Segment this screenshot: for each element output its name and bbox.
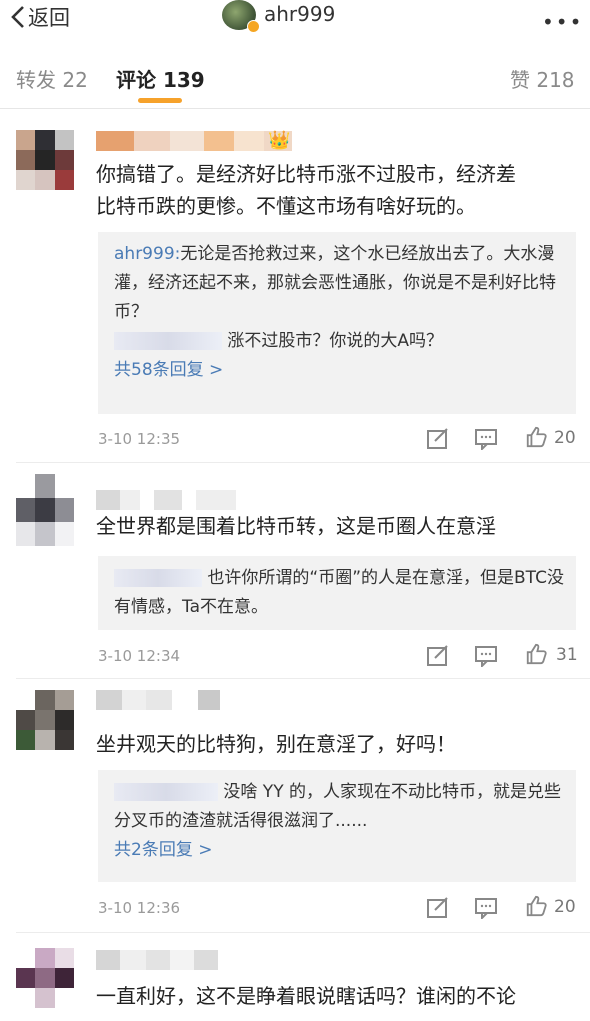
reply-item: 没啥 YY 的，人家现在不动比特币，就是兑些分叉币的渣渣就活得很滋润了.....…: [114, 782, 561, 831]
comment-text: 全世界都是围着比特币转，这是币圈人在意淫: [96, 514, 496, 538]
commenter-name-blurred[interactable]: [96, 690, 220, 710]
comment-icon[interactable]: [474, 897, 498, 919]
reply-name-blurred[interactable]: [114, 332, 222, 350]
commenter-name-blurred[interactable]: [96, 490, 236, 510]
like-icon[interactable]: [524, 643, 548, 665]
commenter-avatar[interactable]: [16, 948, 74, 1008]
divider: [16, 932, 590, 933]
comment-text: 一直利好，这不是睁着眼说瞎话吗？谁闲的不论: [96, 984, 516, 1008]
comment-icon[interactable]: [474, 645, 498, 667]
comment-icon[interactable]: [474, 428, 498, 450]
tab-comments[interactable]: 评论 139: [116, 64, 205, 93]
divider: [16, 462, 590, 463]
commenter-name-blurred[interactable]: [96, 950, 218, 970]
tab-reposts[interactable]: 转发 22: [16, 64, 88, 93]
verified-badge-icon: [247, 20, 260, 33]
share-icon[interactable]: [426, 645, 450, 667]
like-icon[interactable]: [524, 426, 548, 448]
like-count: 20: [554, 897, 576, 917]
reply-item: 也许你所谓的“币圈”的人是在意淫，但是BTC没有情感，Ta不在意。: [114, 568, 564, 617]
reply-item: 涨不过股市？你说的大A吗？: [114, 327, 576, 356]
commenter-name-blurred[interactable]: [96, 131, 292, 151]
more-replies-link[interactable]: 共58条回复 >: [114, 356, 576, 385]
tab-likes[interactable]: 赞 218: [510, 64, 575, 93]
commenter-avatar[interactable]: [16, 690, 74, 750]
comment-text: 你搞错了。是经济好比特币涨不过股市，经济差 比特币跌的更惨。不懂这市场有啥好玩的…: [96, 162, 516, 218]
author-username[interactable]: ahr999: [264, 2, 335, 26]
top-bar: 返回 ahr999 •••: [0, 0, 590, 44]
active-tab-indicator: [138, 98, 182, 103]
reply-name-blurred[interactable]: [114, 783, 218, 801]
comment-text: 坐井观天的比特狗，别在意淫了，好吗！: [96, 732, 456, 756]
reply-name-blurred[interactable]: [114, 569, 202, 587]
share-icon[interactable]: [426, 428, 450, 450]
reply-box[interactable]: 也许你所谓的“币圈”的人是在意淫，但是BTC没有情感，Ta不在意。: [98, 556, 576, 630]
share-icon[interactable]: [426, 897, 450, 919]
reply-box[interactable]: ahr999:无论是否抢救过来，这个水已经放出去了。大水漫灌，经济还起不来，那就…: [98, 232, 576, 414]
chevron-left-icon: [11, 6, 24, 28]
more-replies-link[interactable]: 共2条回复 >: [114, 836, 576, 865]
commenter-avatar[interactable]: [16, 474, 74, 546]
reply-item: ahr999:无论是否抢救过来，这个水已经放出去了。大水漫灌，经济还起不来，那就…: [114, 244, 556, 322]
back-label: 返回: [28, 6, 70, 30]
like-icon[interactable]: [524, 895, 548, 917]
reply-box[interactable]: 没啥 YY 的，人家现在不动比特币，就是兑些分叉币的渣渣就活得很滋润了.....…: [98, 770, 576, 882]
commenter-avatar[interactable]: [16, 130, 74, 190]
vip-crown-icon: 👑: [268, 130, 291, 151]
like-count: 20: [554, 428, 576, 448]
like-count: 31: [556, 645, 578, 665]
comment-time: 3-10 12:34: [98, 647, 181, 665]
back-button[interactable]: 返回: [10, 4, 70, 30]
comment-time: 3-10 12:36: [98, 899, 181, 917]
divider: [16, 678, 590, 679]
comment-time: 3-10 12:35: [98, 430, 181, 448]
more-options-icon[interactable]: •••: [542, 10, 583, 34]
tab-bar: 转发 22 评论 139 赞 218: [0, 52, 590, 109]
